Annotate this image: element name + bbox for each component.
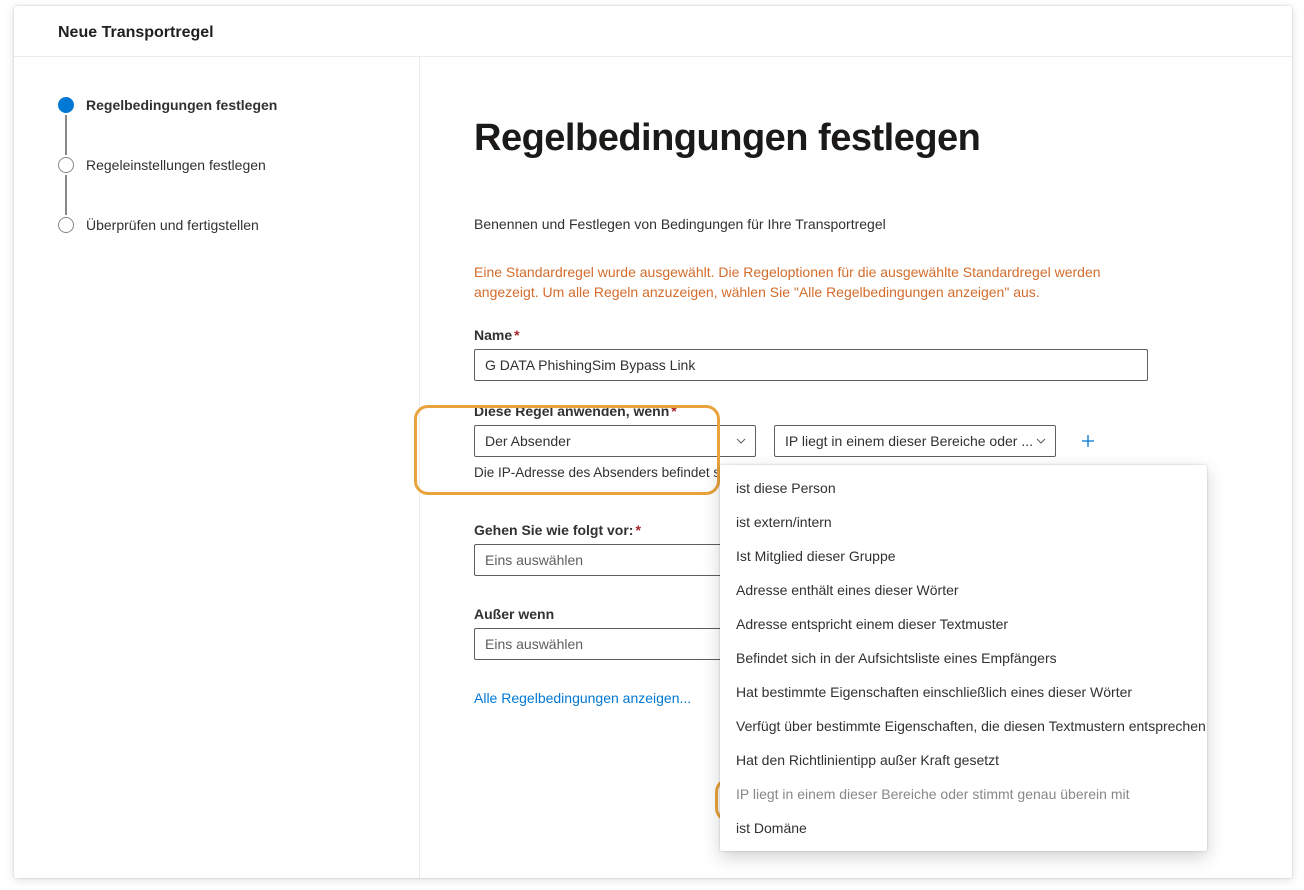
select-value: Eins auswählen (485, 636, 583, 652)
add-condition-button[interactable] (1074, 427, 1102, 455)
step-dot-icon (58, 157, 74, 173)
main-content: Regelbedingungen festlegen Benennen und … (420, 57, 1292, 878)
panel-body: Regelbedingungen festlegen Regeleinstell… (14, 57, 1292, 878)
dropdown-option[interactable]: ist diese Person (720, 471, 1207, 505)
dropdown-option[interactable]: IP liegt in einem dieser Bereiche oder s… (720, 777, 1207, 811)
wizard-panel: Neue Transportregel Regelbedingungen fes… (14, 6, 1292, 878)
dropdown-option[interactable]: Hat den Richtlinientipp außer Kraft gese… (720, 743, 1207, 777)
apply-when-label: Diese Regel anwenden, wenn* (474, 403, 1232, 419)
required-mark: * (635, 522, 640, 538)
name-field-block: Name* (474, 327, 1232, 381)
step-connector (65, 175, 67, 215)
condition-dropdown: ist diese Personist extern/internIst Mit… (720, 465, 1207, 851)
name-label-text: Name (474, 327, 512, 343)
dropdown-option[interactable]: Hat bestimmte Eigenschaften einschließli… (720, 675, 1207, 709)
panel-header: Neue Transportregel (14, 6, 1292, 57)
select-value: Der Absender (485, 433, 571, 449)
dropdown-option[interactable]: Befindet sich in der Aufsichtsliste eine… (720, 641, 1207, 675)
dropdown-option[interactable]: Verfügt über bestimmte Eigenschaften, di… (720, 709, 1207, 743)
default-rule-warning: Eine Standardregel wurde ausgewählt. Die… (474, 262, 1134, 303)
step-settings[interactable]: Regeleinstellungen festlegen (58, 157, 389, 217)
show-all-conditions-link[interactable]: Alle Regelbedingungen anzeigen... (474, 690, 691, 706)
panel-title: Neue Transportregel (58, 24, 1248, 42)
do-action-select[interactable]: Eins auswählen (474, 544, 756, 576)
dropdown-option[interactable]: Ist Mitglied dieser Gruppe (720, 539, 1207, 573)
name-label: Name* (474, 327, 1232, 343)
select-value: Eins auswählen (485, 552, 583, 568)
step-label: Überprüfen und fertigstellen (86, 217, 259, 233)
apply-when-label-text: Diese Regel anwenden, wenn (474, 403, 669, 419)
select-value: IP liegt in einem dieser Bereiche oder .… (785, 433, 1033, 449)
apply-when-sender-select[interactable]: Der Absender (474, 425, 756, 457)
wizard-stepper: Regelbedingungen festlegen Regeleinstell… (14, 57, 420, 878)
dropdown-option[interactable]: Adresse entspricht einem dieser Textmust… (720, 607, 1207, 641)
except-select[interactable]: Eins auswählen (474, 628, 756, 660)
required-mark: * (514, 327, 519, 343)
step-dot-icon (58, 217, 74, 233)
name-input[interactable] (474, 349, 1148, 381)
required-mark: * (671, 403, 676, 419)
step-dot-icon (58, 97, 74, 113)
step-review[interactable]: Überprüfen und fertigstellen (58, 217, 389, 233)
apply-when-row: Der Absender IP liegt in einem dieser Be… (474, 425, 1232, 457)
chevron-down-icon (1035, 435, 1047, 447)
apply-when-condition-select[interactable]: IP liegt in einem dieser Bereiche oder .… (774, 425, 1056, 457)
dropdown-option[interactable]: ist Domäne (720, 811, 1207, 845)
step-label: Regelbedingungen festlegen (86, 97, 277, 113)
step-conditions[interactable]: Regelbedingungen festlegen (58, 97, 389, 157)
page-description: Benennen und Festlegen von Bedingungen f… (474, 216, 1232, 232)
page-heading: Regelbedingungen festlegen (474, 117, 1232, 160)
do-label-text: Gehen Sie wie folgt vor: (474, 522, 633, 538)
chevron-down-icon (735, 435, 747, 447)
step-label: Regeleinstellungen festlegen (86, 157, 266, 173)
dropdown-option[interactable]: ist extern/intern (720, 505, 1207, 539)
step-connector (65, 115, 67, 155)
dropdown-option[interactable]: Adresse enthält eines dieser Wörter (720, 573, 1207, 607)
